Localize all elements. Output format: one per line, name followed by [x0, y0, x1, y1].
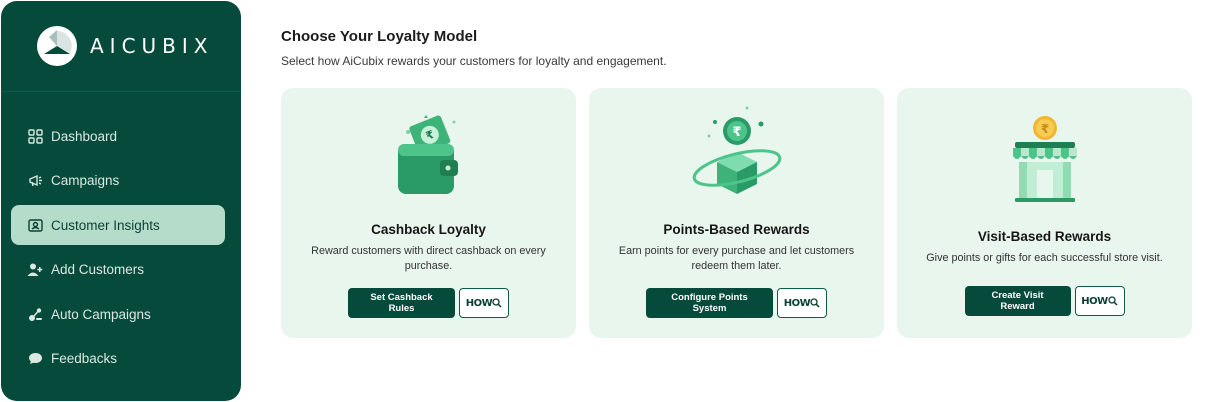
automation-icon — [27, 306, 43, 322]
how-button[interactable]: HOW — [459, 288, 509, 318]
storefront-icon: ₹ — [897, 114, 1192, 206]
create-visit-reward-button[interactable]: Create Visit Reward — [964, 286, 1071, 316]
app-root: AICUBIX Dashboard Campaigns Customer Ins… — [0, 0, 1221, 402]
sidebar-item-label: Campaigns — [51, 173, 120, 188]
sidebar-item-label: Customer Insights — [51, 217, 160, 233]
magnifier-icon — [1108, 296, 1118, 306]
sidebar: AICUBIX Dashboard Campaigns Customer Ins… — [1, 1, 241, 401]
visit-based-rewards-card: ₹ Visit-Based Rewards Give points or gif… — [897, 88, 1192, 338]
grid-icon — [27, 128, 43, 144]
page-title: Choose Your Loyalty Model — [281, 28, 478, 45]
aicubix-logo-icon — [37, 26, 77, 66]
card-actions: Set Cashback Rules HOW — [281, 288, 576, 318]
card-description: Give points or gifts for each successful… — [926, 252, 1163, 264]
card-title: Points-Based Rewards — [663, 222, 810, 237]
sidebar-item-campaigns[interactable]: Campaigns — [11, 161, 225, 201]
brand-name: AICUBIX — [90, 34, 214, 58]
sidebar-item-label: Feedbacks — [51, 351, 118, 366]
id-card-icon — [27, 217, 43, 233]
card-description: Reward customers with direct cashback on… — [311, 245, 546, 272]
card-description: Earn points for every purchase and let c… — [618, 245, 855, 272]
sidebar-item-label: Dashboard — [51, 128, 118, 144]
magnifier-icon — [492, 298, 502, 308]
card-actions: Create Visit Reward HOW — [897, 286, 1192, 316]
sidebar-nav: Dashboard Campaigns Customer Insights Ad… — [1, 92, 241, 379]
how-label: HOW — [465, 297, 493, 309]
chat-bubble-icon — [27, 351, 43, 367]
sidebar-item-customer-insights[interactable]: Customer Insights — [11, 205, 225, 245]
sidebar-item-feedbacks[interactable]: Feedbacks — [11, 339, 225, 379]
configure-points-system-button[interactable]: Configure Points System — [646, 288, 773, 318]
page-subtitle: Select how AiCubix rewards your customer… — [281, 54, 667, 68]
how-label: HOW — [1081, 295, 1108, 307]
cashback-loyalty-card: ₹ Cashback Loyalty Reward customers with… — [281, 88, 576, 338]
logo[interactable]: AICUBIX — [1, 1, 241, 92]
sidebar-item-add-customers[interactable]: Add Customers — [11, 250, 225, 290]
svg-text:₹: ₹ — [732, 125, 741, 140]
add-user-icon — [27, 262, 43, 278]
card-title: Visit-Based Rewards — [977, 229, 1112, 244]
sidebar-item-label: Auto Campaigns — [51, 306, 151, 322]
points-based-rewards-card: ₹ Points-Based Rewards Earn points for e… — [589, 88, 884, 338]
sidebar-item-label: Add Customers — [51, 262, 145, 277]
how-button[interactable]: HOW — [1074, 286, 1125, 316]
how-label: HOW — [783, 297, 811, 309]
coin-box-icon: ₹ — [589, 104, 884, 196]
card-actions: Configure Points System HOW — [589, 288, 884, 318]
magnifier-icon — [810, 298, 820, 308]
sidebar-item-auto-campaigns[interactable]: Auto Campaigns — [11, 294, 225, 334]
set-cashback-rules-button[interactable]: Set Cashback Rules — [348, 288, 455, 318]
how-button[interactable]: HOW — [777, 288, 827, 318]
sidebar-item-dashboard[interactable]: Dashboard — [11, 116, 225, 156]
svg-text:₹: ₹ — [1040, 122, 1048, 136]
wallet-icon: ₹ — [281, 108, 576, 198]
card-title: Cashback Loyalty — [371, 222, 486, 237]
megaphone-icon — [27, 173, 43, 189]
